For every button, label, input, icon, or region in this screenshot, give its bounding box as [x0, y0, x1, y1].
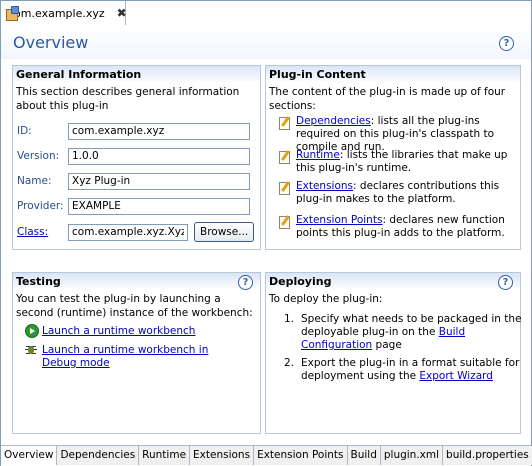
page-edit-icon — [279, 215, 291, 229]
extension-points-link[interactable]: Extension Points — [296, 214, 382, 226]
tab-runtime[interactable]: Runtime — [139, 446, 191, 465]
page-tab-bar: Overview Dependencies Runtime Extensions… — [1, 445, 532, 466]
page-edit-icon — [279, 181, 291, 195]
version-row: Version: — [17, 146, 250, 166]
tab-build[interactable]: Build — [347, 446, 381, 465]
launch-debug-row: Launch a runtime workbench in Debug mode — [25, 344, 238, 370]
section-title: Deploying — [266, 273, 520, 290]
launch-debug-link[interactable]: Launch a runtime workbench in Debug mode — [42, 344, 238, 370]
dependencies-link[interactable]: Dependencies — [296, 115, 371, 127]
run-icon — [25, 324, 39, 338]
help-icon[interactable]: ? — [499, 36, 514, 51]
tab-build-properties[interactable]: build.properties — [443, 446, 532, 465]
debug-icon — [25, 344, 38, 357]
export-wizard-link[interactable]: Export Wizard — [419, 370, 493, 382]
id-row: ID: — [17, 121, 250, 141]
page-title: Overview — [13, 33, 89, 52]
help-icon[interactable]: ? — [238, 275, 253, 290]
content-item-extension-points: Extension Points: declares new function … — [279, 214, 520, 240]
runtime-link[interactable]: Runtime — [296, 149, 340, 161]
editor-tab-title: com.example.xyz — [8, 6, 105, 20]
class-row: Class: Browse... — [17, 222, 255, 242]
name-row: Name: — [17, 171, 250, 191]
launch-runtime-row: Launch a runtime workbench — [25, 324, 195, 338]
help-icon[interactable]: ? — [498, 275, 513, 290]
class-field[interactable] — [68, 223, 188, 241]
section-description: The content of the plug-in is made up of… — [269, 86, 506, 112]
id-label: ID: — [17, 125, 32, 137]
page-edit-icon — [279, 116, 291, 130]
section-title: Plug-in Content — [266, 66, 520, 83]
name-field[interactable] — [68, 172, 250, 190]
content-item-runtime: Runtime: lists the libraries that make u… — [279, 149, 520, 175]
deploy-step: 2. Export the plug-in in a format suitab… — [283, 357, 520, 382]
version-field[interactable] — [68, 147, 250, 165]
editor-frame: com.example.xyz ✖ Overview ? General Inf… — [0, 0, 532, 466]
section-title: Testing — [13, 273, 260, 290]
tab-overview[interactable]: Overview — [1, 446, 58, 465]
general-information-section: General Information This section describ… — [12, 65, 261, 250]
tab-extension-points[interactable]: Extension Points — [254, 446, 348, 465]
id-field[interactable] — [68, 122, 250, 140]
launch-runtime-link[interactable]: Launch a runtime workbench — [42, 325, 195, 337]
section-description: This section describes general informati… — [16, 86, 240, 112]
name-label: Name: — [17, 175, 52, 187]
browse-button[interactable]: Browse... — [194, 222, 255, 242]
form-header: Overview ? — [1, 26, 531, 59]
tab-extensions[interactable]: Extensions — [190, 446, 255, 465]
plugin-content-section: Plug-in Content The content of the plug-… — [265, 65, 521, 250]
editor-tab[interactable]: com.example.xyz ✖ — [1, 1, 127, 25]
section-description: You can test the plug-in by launching a … — [16, 293, 253, 319]
provider-field[interactable] — [68, 197, 250, 215]
testing-section: Testing ? You can test the plug-in by la… — [12, 272, 261, 434]
provider-row: Provider: — [17, 196, 250, 216]
deploy-steps: 1. Specify what needs to be packaged in … — [272, 313, 527, 388]
section-description: To deploy the plug-in: — [269, 293, 383, 305]
deploying-section: Deploying ? To deploy the plug-in: 1. Sp… — [265, 272, 522, 434]
version-label: Version: — [17, 150, 60, 162]
close-icon[interactable]: ✖ — [117, 6, 127, 20]
tab-dependencies[interactable]: Dependencies — [57, 446, 140, 465]
tab-plugin-xml[interactable]: plugin.xml — [380, 446, 444, 465]
section-title: General Information — [13, 66, 260, 83]
extensions-link[interactable]: Extensions — [296, 180, 353, 192]
deploy-step: 1. Specify what needs to be packaged in … — [283, 313, 522, 351]
page-edit-icon — [279, 150, 291, 164]
content-item-extensions: Extensions: declares contributions this … — [279, 180, 520, 206]
provider-label: Provider: — [17, 200, 64, 212]
class-link[interactable]: Class: — [17, 226, 68, 238]
editor-tab-bar: com.example.xyz ✖ — [1, 1, 531, 27]
